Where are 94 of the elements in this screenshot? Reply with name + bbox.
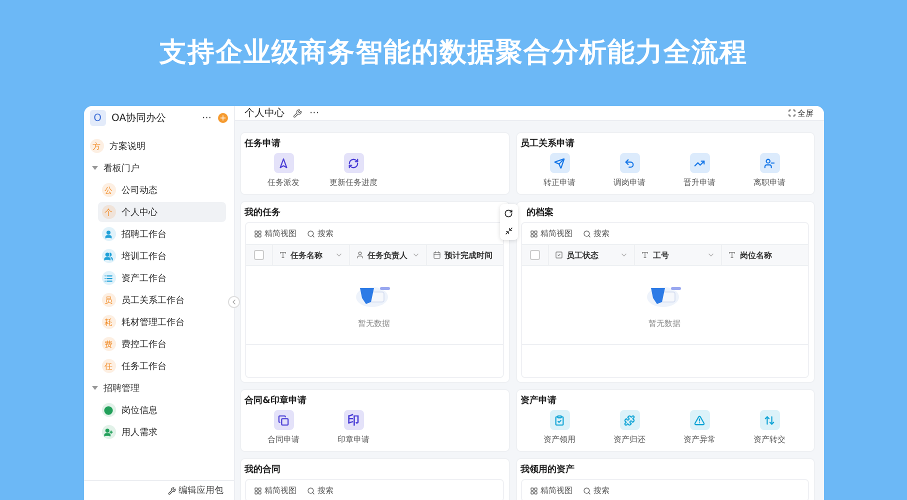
checkbox[interactable] <box>254 250 264 260</box>
action-button[interactable]: 任务派发 <box>248 151 318 190</box>
action-button[interactable]: 资产异常 <box>664 408 734 447</box>
sidebar-item[interactable]: 任 任务工作台 <box>98 356 226 376</box>
sidebar-item[interactable]: 方 方案说明 <box>88 136 226 156</box>
card-title: 我的任务 <box>244 206 282 220</box>
sidebar-item[interactable]: 培训工作台 <box>98 246 226 266</box>
badge-icon: 耗 <box>102 315 116 329</box>
action-button[interactable]: 晋升申请 <box>664 151 734 190</box>
grid-icon <box>254 230 262 238</box>
sidebar-item[interactable]: 用人需求 <box>98 422 226 442</box>
grid-icon <box>530 230 538 238</box>
grid-icon <box>530 486 538 494</box>
action-button[interactable]: 转正申请 <box>524 151 594 190</box>
card-title: 员工关系申请 <box>520 137 576 151</box>
chevron-down-icon[interactable] <box>706 251 715 259</box>
caret-icon <box>92 166 98 170</box>
grid-icon <box>254 486 262 494</box>
search-button[interactable]: 搜索 <box>306 228 334 239</box>
card-title: 资产申请 <box>520 394 558 408</box>
column-type-icon <box>432 251 440 259</box>
column-type-icon <box>356 251 364 259</box>
headline: 支持企业级商务智能的数据聚合分析能力全流程 <box>160 36 748 70</box>
app-name: OA协同办公 <box>112 112 168 125</box>
more-button[interactable]: ··· <box>202 112 212 124</box>
seal-icon: 印 <box>344 410 364 430</box>
refresh-icon[interactable] <box>504 208 513 218</box>
card-title: 的档案 <box>526 206 554 220</box>
action-button[interactable]: 离职申请 <box>734 151 804 190</box>
card-title: 我领用的资产 <box>520 463 576 477</box>
search-button[interactable]: 搜索 <box>582 228 610 239</box>
search-button[interactable]: 搜索 <box>582 485 610 496</box>
wrench-icon[interactable] <box>292 108 302 118</box>
sidebar-group[interactable]: 招聘管理 <box>88 378 230 398</box>
badge-icon: 方 <box>90 139 104 153</box>
empty-text: 暂无数据 <box>358 318 390 328</box>
action-button[interactable]: 资产转交 <box>734 408 804 447</box>
badge-icon: 任 <box>102 359 116 373</box>
column-type-icon <box>278 251 286 259</box>
chevron-down-icon[interactable] <box>334 251 342 259</box>
more-button[interactable]: ··· <box>310 108 320 118</box>
column-type-icon <box>728 251 736 259</box>
search-icon <box>306 230 314 238</box>
column-header[interactable]: 任务负责人 <box>348 245 426 265</box>
search-icon <box>306 486 314 494</box>
collapse-button[interactable] <box>228 296 240 308</box>
sidebar-item[interactable]: 资产工作台 <box>98 268 226 288</box>
wrench-icon <box>168 486 176 494</box>
column-type-icon <box>641 251 650 259</box>
empty-text: 暂无数据 <box>648 318 680 328</box>
badge-icon: 员 <box>102 293 116 307</box>
sidebar-item[interactable]: 员 员工关系工作台 <box>98 290 226 310</box>
badge-icon: 费 <box>102 337 116 351</box>
action-button[interactable]: 合同申请 <box>248 408 318 447</box>
view-button[interactable]: 精简视图 <box>530 485 572 496</box>
search-button[interactable]: 搜索 <box>306 485 334 496</box>
column-header[interactable]: 岗位名称 <box>720 245 808 265</box>
sidebar-group[interactable]: 看板门户 <box>88 158 230 178</box>
column-header[interactable]: 任务名称 <box>272 245 348 265</box>
card-title: 我的合同 <box>244 464 282 477</box>
sidebar-item[interactable]: 耗 耗材管理工作台 <box>98 312 226 332</box>
view-button[interactable]: 精简视图 <box>254 228 296 239</box>
view-button[interactable]: 精简视图 <box>530 228 572 239</box>
action-button[interactable]: 资产归还 <box>594 408 664 447</box>
caret-icon <box>92 386 98 390</box>
page-title: 个人中心 <box>244 106 284 120</box>
column-type-icon <box>554 251 562 259</box>
app-logo: O <box>90 110 106 126</box>
fullscreen-button[interactable]: 全屏 <box>788 108 814 118</box>
column-header[interactable]: 工号 <box>634 245 721 265</box>
action-button[interactable]: 调岗申请 <box>594 151 664 190</box>
collapse-icon[interactable] <box>504 227 512 236</box>
search-icon <box>582 230 590 238</box>
badge-icon: 公 <box>102 183 116 197</box>
chevron-down-icon[interactable] <box>412 251 420 259</box>
view-button[interactable]: 精简视图 <box>254 485 296 496</box>
column-header[interactable]: 预计完成时间 <box>426 245 502 265</box>
sidebar-item[interactable]: 公 公司动态 <box>98 180 226 200</box>
search-icon <box>582 486 590 494</box>
chevron-down-icon[interactable] <box>620 251 628 259</box>
action-button[interactable]: 更新任务进度 <box>318 151 388 190</box>
checkbox[interactable] <box>530 250 540 260</box>
card-title: 合同&印章申请 <box>244 394 308 408</box>
sidebar-item[interactable]: 招聘工作台 <box>98 224 226 244</box>
fullscreen-icon <box>788 109 796 117</box>
column-header[interactable]: 员工状态 <box>548 245 634 265</box>
add-button[interactable] <box>218 113 228 123</box>
badge-icon: 个 <box>102 205 116 219</box>
action-button[interactable]: 资产领用 <box>524 408 594 447</box>
sidebar-item[interactable]: 个 个人中心 <box>98 202 226 222</box>
sidebar-item[interactable]: 费 费控工作台 <box>98 334 226 354</box>
action-button[interactable]: 印 印章申请 <box>318 408 388 447</box>
card-title: 任务申请 <box>244 137 282 151</box>
sidebar-item[interactable]: 岗位信息 <box>98 400 226 420</box>
